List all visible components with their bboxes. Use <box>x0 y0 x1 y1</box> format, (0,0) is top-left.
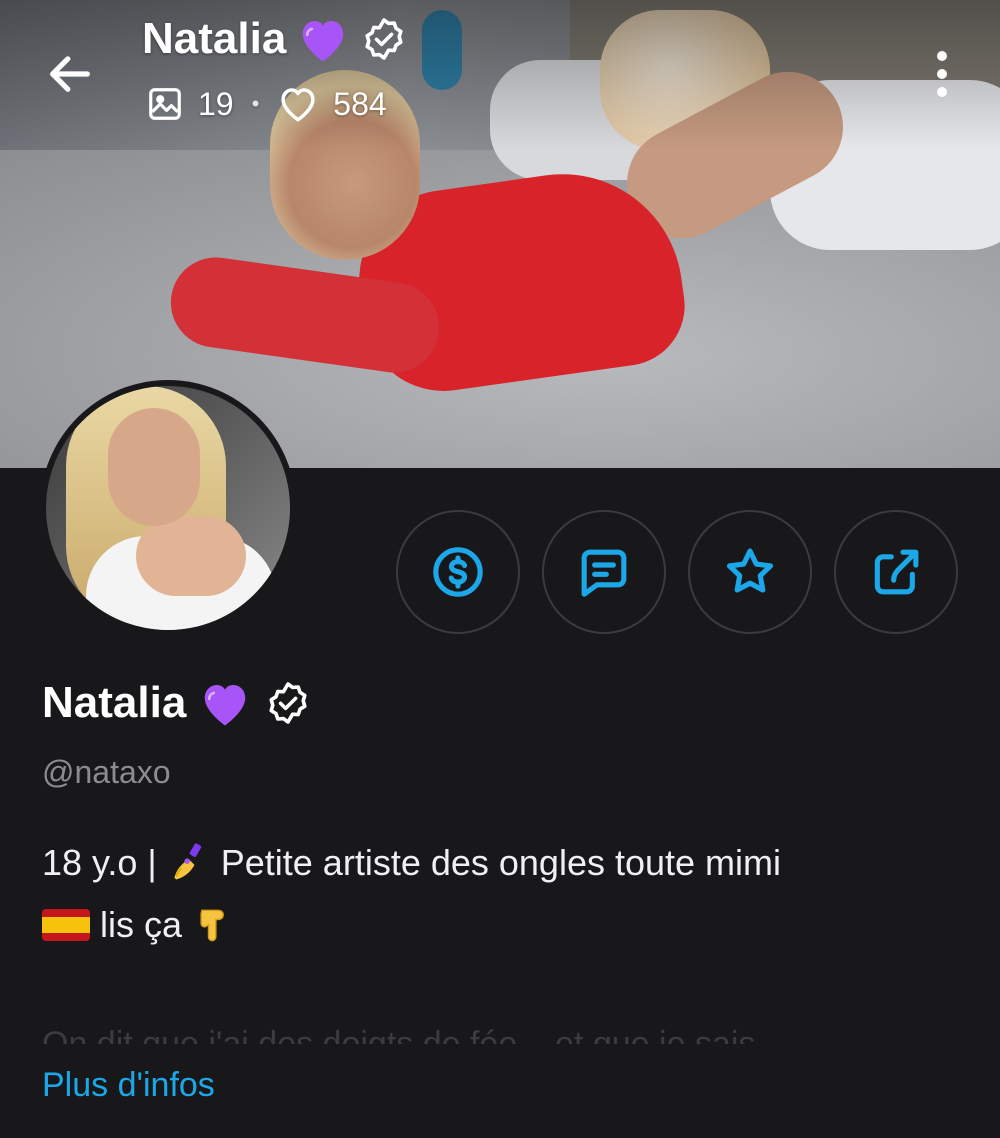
purple-heart-icon <box>303 21 344 62</box>
likes-count: 584 <box>333 85 387 122</box>
message-button[interactable] <box>542 510 666 634</box>
profile-name-row: Natalia <box>42 678 312 728</box>
profile-handle: @nataxo <box>42 754 171 790</box>
profile-actions <box>396 510 958 634</box>
nail-polish-icon <box>174 843 201 880</box>
favorite-button[interactable] <box>688 510 812 634</box>
header-name: Natalia <box>142 14 287 63</box>
message-icon <box>581 549 627 597</box>
dot-icon <box>937 87 947 97</box>
tip-button[interactable] <box>396 510 520 634</box>
back-button[interactable] <box>40 44 100 104</box>
bio-line: 18 y.o | Petite artiste des ongles toute… <box>42 832 962 894</box>
header-title: Natalia <box>142 14 408 64</box>
dot-icon <box>937 51 947 61</box>
verified-badge-icon <box>365 18 403 60</box>
share-icon <box>874 549 919 595</box>
purple-heart-icon <box>205 685 246 726</box>
spain-flag-icon <box>42 909 90 941</box>
bio-line: lis ça <box>42 894 962 956</box>
heart-outline-icon <box>281 88 315 122</box>
share-button[interactable] <box>834 510 958 634</box>
bio-text: lis ça <box>100 904 183 945</box>
bio-text: Petite artiste des ongles toute mimi <box>220 842 782 883</box>
dollar-circle-icon <box>433 547 483 597</box>
header-stats: 19 • 584 <box>146 84 387 124</box>
star-icon <box>726 548 774 593</box>
verified-badge-icon <box>269 682 307 724</box>
arrow-left-icon <box>50 56 90 92</box>
separator-dot: • <box>251 91 260 116</box>
avatar[interactable] <box>40 380 296 636</box>
more-options-button[interactable] <box>920 44 964 104</box>
dot-icon <box>937 69 947 79</box>
profile-bio: 18 y.o | Petite artiste des ongles toute… <box>42 832 962 956</box>
bio-age: 18 y.o | <box>42 842 157 883</box>
profile-name: Natalia <box>42 678 187 727</box>
image-icon <box>149 88 181 120</box>
truncated-bio: On dit que j'ai des doigts de fée... et … <box>42 1025 756 1044</box>
media-count: 19 <box>198 85 234 122</box>
more-info-link[interactable]: Plus d'infos <box>42 1066 215 1105</box>
pointing-down-icon <box>200 909 224 942</box>
